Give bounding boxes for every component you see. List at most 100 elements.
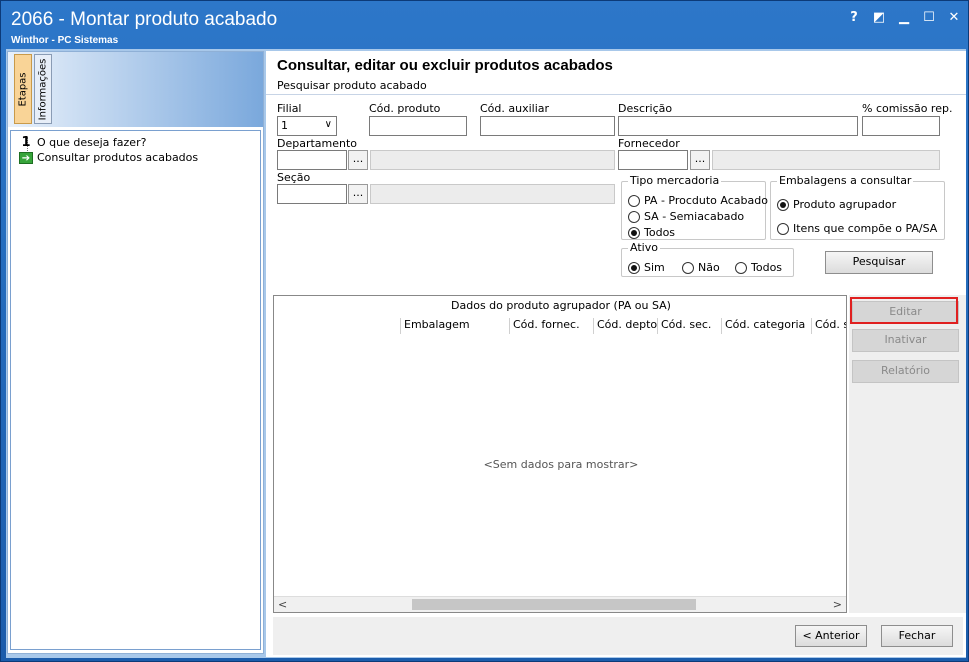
- empty-grid-message: <Sem dados para mostrar>: [483, 458, 639, 471]
- radio-pa-label: PA - Procduto Acabado: [644, 194, 768, 207]
- radio-nao-dot: [682, 261, 694, 274]
- cod-produto-label: Cód. produto: [369, 102, 441, 115]
- column-header-cod-su[interactable]: Cód. su: [812, 318, 846, 334]
- help-icon[interactable]: ?: [846, 9, 862, 25]
- fornecedor-input[interactable]: [618, 150, 688, 170]
- fornecedor-lookup-button[interactable]: ...: [690, 150, 710, 170]
- steps-tabs-area: Etapas Informações: [8, 52, 263, 127]
- secao-input[interactable]: [277, 184, 347, 204]
- steps-tree: 1 O que deseja fazer? ➔ Consultar produt…: [10, 130, 261, 650]
- chevron-down-icon: ∨: [324, 119, 332, 130]
- tab-informacoes-label: Informações: [37, 58, 49, 120]
- radio-sim-label: Sim: [644, 261, 665, 274]
- grid-actions: Editar Inativar Relatório: [849, 295, 966, 613]
- anterior-button[interactable]: < Anterior: [795, 625, 867, 647]
- secao-description: [370, 184, 615, 204]
- inativar-button[interactable]: Inativar: [852, 329, 959, 352]
- descricao-label: Descrição: [618, 102, 673, 115]
- departamento-lookup-button[interactable]: ...: [348, 150, 368, 170]
- radio-nao[interactable]: Não: [682, 261, 720, 274]
- column-header-cod-sec[interactable]: Cód. sec.: [658, 318, 722, 334]
- step-number: 1: [21, 135, 31, 150]
- descricao-input[interactable]: [618, 116, 858, 136]
- cod-produto-input[interactable]: [369, 116, 467, 136]
- radio-pa[interactable]: PA - Procduto Acabado: [628, 194, 768, 207]
- comissao-label: % comissão rep.: [862, 102, 953, 115]
- step-item-2[interactable]: ➔ Consultar produtos acabados: [19, 151, 198, 164]
- column-header-cod-depto[interactable]: Cód. depto.: [594, 318, 658, 334]
- radio-todos-tipo[interactable]: Todos: [628, 226, 675, 239]
- minimize-icon[interactable]: ▁: [896, 9, 912, 25]
- radio-todos-tipo-dot: [628, 226, 640, 239]
- pesquisar-button[interactable]: Pesquisar: [825, 251, 933, 274]
- arrow-right-icon: ➔: [19, 151, 33, 164]
- app-window: 2066 - Montar produto acabado Winthor - …: [0, 0, 969, 662]
- fechar-button[interactable]: Fechar: [881, 625, 953, 647]
- cod-auxiliar-input[interactable]: [480, 116, 615, 136]
- radio-sim-dot: [628, 261, 640, 274]
- radio-sa-label: SA - Semiacabado: [644, 210, 745, 223]
- step-label: O que deseja fazer?: [37, 136, 147, 149]
- fornecedor-label: Fornecedor: [618, 137, 680, 150]
- embalagens-group: Embalagens a consultar Produto agrupador…: [770, 174, 945, 240]
- restore-icon[interactable]: ◩: [871, 9, 887, 25]
- title-bar: 2066 - Montar produto acabado Winthor - …: [1, 1, 969, 49]
- horizontal-scrollbar[interactable]: < >: [274, 596, 846, 612]
- tipo-mercadoria-title: Tipo mercadoria: [628, 174, 722, 187]
- scroll-right-icon[interactable]: >: [833, 598, 842, 611]
- footer-bar: < Anterior Fechar: [273, 617, 963, 655]
- secao-lookup-button[interactable]: ...: [348, 184, 368, 204]
- page-header: Consultar, editar ou excluir produtos ac…: [266, 51, 966, 95]
- tipo-mercadoria-group: Tipo mercadoria PA - Procduto Acabado SA…: [621, 174, 768, 240]
- column-header-cod-fornec[interactable]: Cód. fornec.: [510, 318, 594, 334]
- radio-todos-ativo[interactable]: Todos: [735, 261, 782, 274]
- column-header-cod-categoria[interactable]: Cód. categoria: [722, 318, 812, 334]
- radio-produto-agrupador-dot: [777, 198, 789, 211]
- embalagens-title: Embalagens a consultar: [777, 174, 914, 187]
- filial-label: Filial: [277, 102, 302, 115]
- tab-etapas-label: Etapas: [17, 71, 29, 107]
- tab-informacoes[interactable]: Informações: [34, 54, 52, 124]
- maximize-icon[interactable]: ☐: [921, 9, 937, 25]
- editar-highlight: [850, 297, 958, 324]
- filial-value: 1: [281, 119, 288, 132]
- window-controls: ? ◩ ▁ ☐ ✕: [846, 9, 962, 25]
- ativo-title: Ativo: [628, 241, 660, 254]
- radio-sa[interactable]: SA - Semiacabado: [628, 210, 744, 223]
- radio-itens-pa-sa-label: Itens que compõe o PA/SA: [793, 222, 938, 235]
- scroll-thumb[interactable]: [412, 599, 696, 610]
- comissao-input[interactable]: [862, 116, 940, 136]
- secao-label: Seção: [277, 171, 311, 184]
- radio-produto-agrupador-label: Produto agrupador: [793, 198, 897, 211]
- scroll-left-icon[interactable]: <: [278, 598, 287, 611]
- radio-sim[interactable]: Sim: [628, 261, 665, 274]
- tab-etapas[interactable]: Etapas: [14, 54, 32, 124]
- filial-select[interactable]: 1 ∨: [277, 116, 337, 136]
- departamento-description: [370, 150, 615, 170]
- window-subtitle: Winthor - PC Sistemas: [11, 35, 119, 46]
- relatorio-button[interactable]: Relatório: [852, 360, 959, 383]
- page-title: Consultar, editar ou excluir produtos ac…: [277, 57, 613, 74]
- page-subtitle: Pesquisar produto acabado: [277, 79, 427, 92]
- radio-nao-label: Não: [698, 261, 720, 274]
- cod-auxiliar-label: Cód. auxiliar: [480, 102, 550, 115]
- window-title: 2066 - Montar produto acabado: [11, 9, 278, 30]
- radio-itens-pa-sa[interactable]: Itens que compõe o PA/SA: [777, 222, 937, 235]
- step-label: Consultar produtos acabados: [37, 151, 199, 164]
- close-icon[interactable]: ✕: [946, 9, 962, 25]
- radio-todos-tipo-label: Todos: [644, 226, 676, 239]
- departamento-input[interactable]: [277, 150, 347, 170]
- main-panel: Consultar, editar ou excluir produtos ac…: [266, 51, 966, 657]
- radio-sa-dot: [628, 210, 640, 223]
- column-header-embalagem[interactable]: Embalagem: [400, 318, 510, 334]
- radio-produto-agrupador[interactable]: Produto agrupador: [777, 198, 896, 211]
- radio-pa-dot: [628, 194, 640, 207]
- radio-todos-ativo-dot: [735, 261, 747, 274]
- results-grid: Dados do produto agrupador (PA ou SA) Em…: [273, 295, 847, 613]
- grid-caption: Dados do produto agrupador (PA ou SA): [451, 299, 671, 312]
- radio-todos-ativo-label: Todos: [751, 261, 783, 274]
- steps-pane: Etapas Informações 1 O que deseja fazer?…: [7, 51, 264, 654]
- step-item-1[interactable]: 1 O que deseja fazer?: [19, 135, 146, 150]
- fornecedor-description: [712, 150, 940, 170]
- departamento-label: Departamento: [277, 137, 358, 150]
